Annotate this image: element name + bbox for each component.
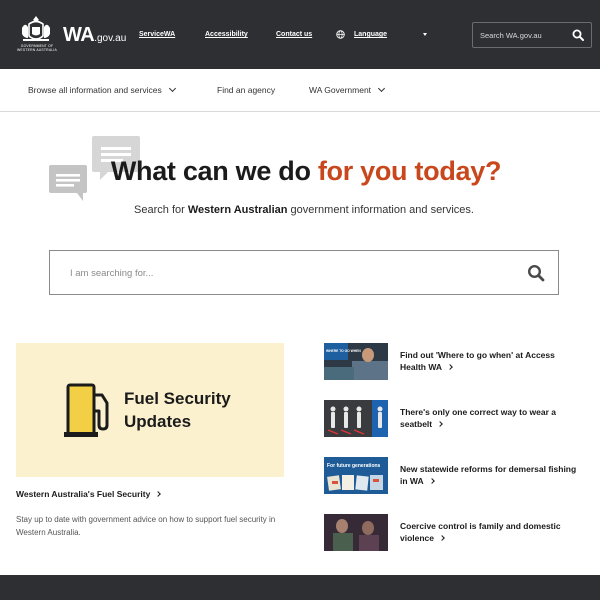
news-link[interactable]: Find out 'Where to go when' at Access He… [400, 350, 580, 373]
globe-icon [336, 30, 345, 39]
wa-gov-logo[interactable]: WA.gov.au [63, 24, 126, 47]
news-link[interactable]: There's only one correct way to wear a s… [400, 407, 580, 430]
fuel-security-link-label: Western Australia's Fuel Security [16, 489, 151, 499]
hero-title-plain: What can we do [110, 156, 318, 186]
news-item-seatbelt[interactable]: There's only one correct way to wear a s… [324, 400, 584, 438]
language-label: Language [354, 31, 388, 38]
header-search-input[interactable] [480, 29, 565, 42]
svg-text:For future generations: For future generations [327, 463, 381, 469]
hero-title-accent: for you today? [317, 156, 502, 186]
svg-text:WHERE TO GO WHEN: WHERE TO GO WHEN [326, 349, 361, 353]
main-nav: Browse all information and services Find… [0, 69, 600, 112]
news-item-access-health[interactable]: WHERE TO GO WHEN Find out 'Where to go w… [324, 343, 584, 381]
contact-us-link[interactable]: Contact us [276, 31, 312, 38]
news-link-label: Find out 'Where to go when' at Access He… [400, 350, 555, 372]
fuel-security-banner-title: Fuel Security Updates [124, 389, 231, 431]
hero-subtitle-pre: Search for [134, 204, 188, 216]
nav-find-agency[interactable]: Find an agency [217, 85, 275, 95]
search-icon[interactable] [572, 29, 584, 41]
news-thumbnail: For future generations [324, 457, 388, 494]
hero-subtitle-post: government information and services. [287, 204, 474, 216]
news-link-label: Coercive control is family and domestic … [400, 521, 561, 543]
fuel-security-link[interactable]: Western Australia's Fuel Security [16, 489, 162, 499]
hero-subtitle-bold: Western Australian [187, 204, 288, 216]
main-search-input[interactable] [70, 265, 510, 281]
news-thumbnail [324, 514, 388, 551]
chevron-down-icon [168, 84, 176, 93]
news-link-label: There's only one correct way to wear a s… [400, 407, 557, 429]
nav-find-agency-label: Find an agency [217, 85, 276, 95]
chevron-right-icon [447, 363, 453, 370]
news-link-label: New statewide reforms for demersal fishi… [400, 464, 577, 486]
nav-wa-government[interactable]: WA Government [309, 84, 386, 95]
chevron-down-icon [378, 84, 386, 93]
chevron-right-icon [437, 420, 443, 427]
chevron-right-icon [155, 491, 162, 497]
fuel-pump-icon [64, 383, 109, 437]
servicewa-link[interactable]: ServiceWA [139, 31, 175, 38]
logo-suffix: .gov.au [94, 33, 127, 44]
search-icon[interactable] [527, 264, 545, 282]
news-link[interactable]: New statewide reforms for demersal fishi… [400, 464, 580, 487]
caret-down-icon [423, 33, 427, 36]
news-item-coercive-control[interactable]: Coercive control is family and domestic … [324, 514, 584, 552]
logo-main: WA [63, 24, 95, 46]
news-item-demersal-fishing[interactable]: For future generations New statewide ref… [324, 457, 584, 495]
top-bar: GOVERNMENT OF WESTERN AUSTRALIA WA.gov.a… [0, 0, 600, 69]
crest-caption: GOVERNMENT OF WESTERN AUSTRALIA [17, 44, 57, 52]
accessibility-link[interactable]: Accessibility [205, 31, 248, 38]
nav-browse-label: Browse all information and services [28, 85, 162, 95]
news-thumbnail [324, 400, 388, 437]
fuel-security-banner[interactable]: Fuel Security Updates [16, 343, 284, 477]
news-thumbnail: WHERE TO GO WHEN [324, 343, 388, 380]
nav-wa-government-label: WA Government [309, 85, 372, 95]
hero-subtitle: Search for Western Australian government… [0, 204, 600, 216]
chevron-right-icon [439, 534, 445, 541]
main-search [49, 250, 559, 295]
footer [0, 575, 600, 600]
nav-browse-all[interactable]: Browse all information and services [28, 84, 176, 95]
chevron-right-icon [428, 477, 435, 484]
fuel-security-description: Stay up to date with government advice o… [16, 515, 276, 537]
header-search [472, 22, 592, 48]
hero-title: What can we do for you today? [0, 156, 600, 187]
news-link[interactable]: Coercive control is family and domestic … [400, 521, 580, 544]
